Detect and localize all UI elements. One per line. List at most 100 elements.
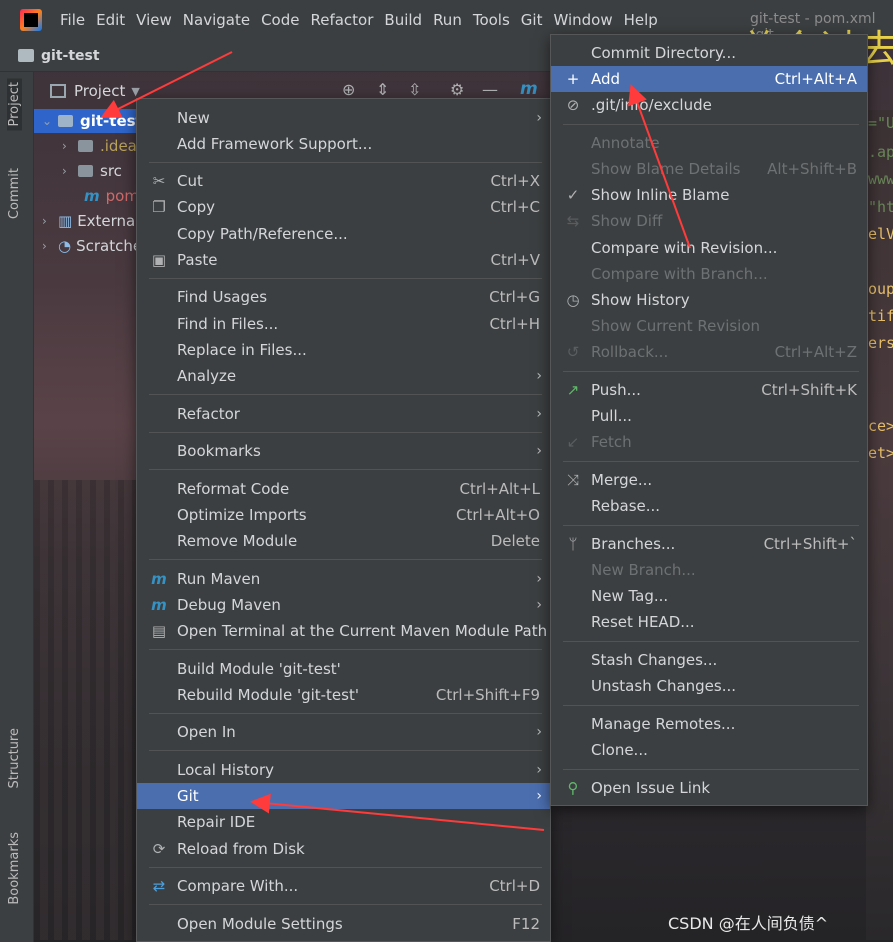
- menu-item-analyze[interactable]: Analyze ›: [137, 363, 550, 389]
- menu-edit[interactable]: Edit: [96, 11, 125, 29]
- tab-project[interactable]: Project: [7, 78, 22, 131]
- menu-build[interactable]: Build: [384, 11, 422, 29]
- menu-item-find-in-files[interactable]: Find in Files... Ctrl+H: [137, 311, 550, 337]
- project-breadcrumb[interactable]: git-test: [41, 48, 100, 64]
- hide-icon[interactable]: —: [482, 80, 498, 99]
- menu-separator: [149, 278, 542, 279]
- menu-item-new-branch[interactable]: New Branch...: [551, 557, 867, 583]
- menu-item-refactor[interactable]: Refactor ›: [137, 401, 550, 427]
- exclude-file-icon: ⊘: [566, 96, 580, 114]
- menu-item-new-tag[interactable]: New Tag...: [551, 583, 867, 609]
- menu-item-reformat-code[interactable]: Reformat Code Ctrl+Alt+L: [137, 476, 550, 502]
- menu-item-new[interactable]: New ›: [137, 105, 550, 131]
- menu-separator: [563, 124, 859, 125]
- menu-file[interactable]: File: [60, 11, 85, 29]
- menu-item-reload-from-disk[interactable]: ⟳ Reload from Disk: [137, 836, 550, 862]
- terminal-icon: ▤: [151, 622, 167, 640]
- menu-git[interactable]: Git: [521, 11, 543, 29]
- menu-item-clone[interactable]: Clone...: [551, 737, 867, 763]
- menu-item-replace-in-files[interactable]: Replace in Files...: [137, 337, 550, 363]
- tree-item-src[interactable]: › src: [62, 159, 122, 183]
- tree-item-idea[interactable]: › .idea: [62, 134, 137, 158]
- chevron-right-icon: ›: [536, 571, 542, 587]
- menu-item-compare-with-revision[interactable]: Compare with Revision...: [551, 235, 867, 261]
- menu-item-open-module-settings[interactable]: Open Module Settings F12: [137, 911, 550, 937]
- menu-item-local-history[interactable]: Local History ›: [137, 757, 550, 783]
- menu-tools[interactable]: Tools: [473, 11, 510, 29]
- menu-item-bookmarks[interactable]: Bookmarks ›: [137, 438, 550, 464]
- menu-refactor[interactable]: Refactor: [310, 11, 373, 29]
- tab-structure[interactable]: Structure: [7, 728, 22, 788]
- menu-item-rebase[interactable]: Rebase...: [551, 493, 867, 519]
- chevron-right-icon[interactable]: ›: [42, 214, 58, 228]
- code-fragment: ="U: [868, 114, 893, 132]
- menu-item-open-issue-link[interactable]: ⚲ Open Issue Link: [551, 775, 867, 801]
- menu-item-label: Push...: [591, 381, 641, 399]
- project-view-label[interactable]: Project: [74, 82, 125, 100]
- menu-item-add[interactable]: + Add Ctrl+Alt+A: [551, 66, 867, 92]
- menu-code[interactable]: Code: [261, 11, 299, 29]
- gear-icon[interactable]: ⚙: [450, 80, 464, 99]
- menu-item-debug-maven[interactable]: m Debug Maven ›: [137, 592, 550, 618]
- chevron-right-icon[interactable]: ›: [62, 139, 78, 153]
- chevron-right-icon[interactable]: ›: [42, 239, 58, 253]
- menu-navigate[interactable]: Navigate: [183, 11, 250, 29]
- menu-view[interactable]: View: [136, 11, 172, 29]
- menu-item-annotate[interactable]: Annotate: [551, 130, 867, 156]
- menu-item-manage-remotes[interactable]: Manage Remotes...: [551, 711, 867, 737]
- menu-item-show-history[interactable]: ◷ Show History: [551, 287, 867, 313]
- chevron-down-icon[interactable]: ▼: [131, 85, 139, 98]
- menu-item-add-framework-support[interactable]: Add Framework Support...: [137, 131, 550, 157]
- menu-item-show-diff[interactable]: ⇆ Show Diff: [551, 208, 867, 234]
- menu-item-show-blame-details[interactable]: Show Blame Details Alt+Shift+B: [551, 156, 867, 182]
- menu-item-copy-path[interactable]: Copy Path/Reference...: [137, 221, 550, 247]
- menu-item-label: Open In: [177, 723, 236, 741]
- menu-item-label: Rollback...: [591, 343, 669, 361]
- collapse-all-icon[interactable]: ⇳: [408, 80, 421, 99]
- menu-item-find-usages[interactable]: Find Usages Ctrl+G: [137, 284, 550, 310]
- menu-item-git-exclude[interactable]: ⊘ .git/info/exclude: [551, 92, 867, 118]
- menu-item-paste[interactable]: ▣ Paste Ctrl+V: [137, 247, 550, 273]
- tab-bookmarks[interactable]: Bookmarks: [7, 832, 22, 905]
- shortcut-label: Ctrl+G: [489, 288, 540, 306]
- menu-item-optimize-imports[interactable]: Optimize Imports Ctrl+Alt+O: [137, 502, 550, 528]
- chevron-right-icon: ›: [536, 443, 542, 459]
- menu-item-copy[interactable]: ❐ Copy Ctrl+C: [137, 194, 550, 220]
- menu-item-push[interactable]: ↗ Push... Ctrl+Shift+K: [551, 377, 867, 403]
- tree-root-node[interactable]: ⌄ git-test: [34, 109, 144, 133]
- menu-item-stash-changes[interactable]: Stash Changes...: [551, 647, 867, 673]
- menu-item-cut[interactable]: ✂ Cut Ctrl+X: [137, 168, 550, 194]
- menu-item-merge[interactable]: ⤨ Merge...: [551, 467, 867, 493]
- menu-item-reset-head[interactable]: Reset HEAD...: [551, 609, 867, 635]
- menu-item-commit-directory[interactable]: Commit Directory...: [551, 40, 867, 66]
- code-fragment: ce>: [868, 417, 893, 435]
- menu-item-label: Local History: [177, 761, 275, 779]
- menu-item-show-current-revision[interactable]: Show Current Revision: [551, 313, 867, 339]
- chevron-right-icon[interactable]: ›: [62, 164, 78, 178]
- menu-item-unstash-changes[interactable]: Unstash Changes...: [551, 673, 867, 699]
- menu-item-run-maven[interactable]: m Run Maven ›: [137, 566, 550, 592]
- chevron-down-icon[interactable]: ⌄: [42, 114, 58, 128]
- menu-item-rollback[interactable]: ↺ Rollback... Ctrl+Alt+Z: [551, 339, 867, 365]
- menu-item-remove-module[interactable]: Remove Module Delete: [137, 528, 550, 554]
- menu-item-open-terminal[interactable]: ▤ Open Terminal at the Current Maven Modu…: [137, 618, 550, 644]
- menu-item-repair-ide[interactable]: Repair IDE: [137, 809, 550, 835]
- shortcut-label: Ctrl+D: [489, 877, 540, 895]
- menu-item-git[interactable]: Git ›: [137, 783, 550, 809]
- menu-separator: [149, 394, 542, 395]
- menu-item-show-inline-blame[interactable]: ✓ Show Inline Blame: [551, 182, 867, 208]
- menu-window[interactable]: Window: [553, 11, 612, 29]
- menu-item-open-in[interactable]: Open In ›: [137, 719, 550, 745]
- tab-commit[interactable]: Commit: [7, 168, 22, 219]
- menu-help[interactable]: Help: [624, 11, 658, 29]
- menu-run[interactable]: Run: [433, 11, 462, 29]
- menu-item-branches[interactable]: ᛘ Branches... Ctrl+Shift+`: [551, 531, 867, 557]
- menu-item-compare-with-branch[interactable]: Compare with Branch...: [551, 261, 867, 287]
- menu-item-pull[interactable]: Pull...: [551, 403, 867, 429]
- menu-item-rebuild-module[interactable]: Rebuild Module 'git-test' Ctrl+Shift+F9: [137, 682, 550, 708]
- menu-item-compare-with[interactable]: ⇄ Compare With... Ctrl+D: [137, 873, 550, 899]
- locate-icon[interactable]: ⊕: [342, 80, 355, 99]
- menu-item-build-module[interactable]: Build Module 'git-test': [137, 656, 550, 682]
- menu-item-fetch[interactable]: ↙ Fetch: [551, 429, 867, 455]
- expand-all-icon[interactable]: ⇕: [376, 80, 389, 99]
